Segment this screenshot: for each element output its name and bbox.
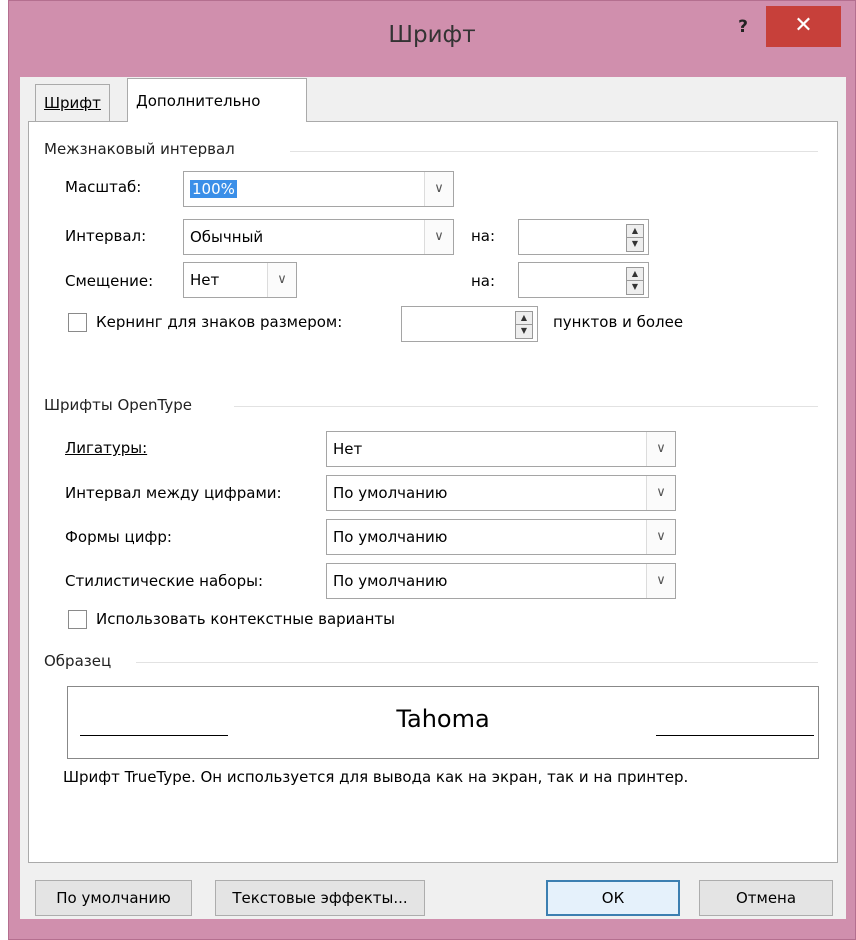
kerning-checkbox[interactable]: [68, 313, 87, 332]
position-label: Смещение:: [65, 272, 154, 290]
stylistic-sets-label: Стилистические наборы:: [65, 572, 264, 590]
section-title-preview: Образец: [44, 652, 112, 670]
spin-arrows-icon[interactable]: ▲ ▼: [515, 311, 533, 339]
help-button[interactable]: ?: [730, 14, 756, 40]
chevron-down-icon[interactable]: ∨: [646, 520, 675, 554]
number-spacing-value: По умолчанию: [333, 484, 448, 502]
dialog-title: Шрифт: [388, 22, 476, 48]
kerning-label[interactable]: Кернинг для знаков размером:: [96, 313, 342, 331]
stylistic-sets-combo[interactable]: По умолчанию ∨: [326, 563, 676, 599]
spacing-combo[interactable]: Обычный ∨: [183, 219, 454, 255]
spacing-by-label: на:: [471, 227, 496, 245]
divider: [234, 406, 818, 407]
position-value: Нет: [190, 271, 220, 289]
chevron-down-icon[interactable]: ∨: [646, 432, 675, 466]
preview-baseline-right: [656, 735, 814, 736]
section-title-character-spacing: Межзнаковый интервал: [44, 140, 235, 158]
spin-arrows-icon[interactable]: ▲ ▼: [626, 224, 644, 252]
preview-baseline-left: [80, 735, 228, 736]
ligatures-value: Нет: [333, 440, 363, 458]
tab-font[interactable]: Шрифт: [35, 84, 110, 121]
stylistic-sets-value: По умолчанию: [333, 572, 448, 590]
kerning-spinner[interactable]: ▲ ▼: [401, 306, 538, 342]
position-combo[interactable]: Нет ∨: [183, 262, 297, 298]
close-button[interactable]: ✕: [766, 6, 841, 47]
position-by-label: на:: [471, 272, 496, 290]
chevron-down-icon[interactable]: ∨: [646, 476, 675, 510]
text-effects-button[interactable]: Текстовые эффекты...: [215, 880, 425, 916]
cancel-button[interactable]: Отмена: [699, 880, 833, 916]
ligatures-label: Лигатуры:: [65, 439, 148, 457]
number-spacing-label: Интервал между цифрами:: [65, 484, 282, 502]
preview-note: Шрифт TrueType. Он используется для выво…: [63, 768, 689, 786]
set-default-button[interactable]: По умолчанию: [35, 880, 192, 916]
font-preview-box: Tahoma: [67, 686, 819, 759]
spacing-by-spinner[interactable]: ▲ ▼: [518, 219, 649, 255]
contextual-alternates-checkbox[interactable]: [68, 610, 87, 629]
chevron-down-icon[interactable]: ∨: [424, 220, 453, 254]
tab-advanced-label: Дополнительно: [136, 92, 261, 110]
kerning-suffix: пунктов и более: [553, 313, 684, 331]
preview-font-name: Tahoma: [396, 705, 490, 733]
number-forms-combo[interactable]: По умолчанию ∨: [326, 519, 676, 555]
number-spacing-combo[interactable]: По умолчанию ∨: [326, 475, 676, 511]
position-by-spinner[interactable]: ▲ ▼: [518, 262, 649, 298]
chevron-down-icon[interactable]: ∨: [424, 172, 453, 206]
spacing-value: Обычный: [190, 228, 264, 246]
section-title-opentype: Шрифты OpenType: [44, 396, 193, 414]
divider: [290, 151, 818, 152]
spacing-label: Интервал:: [65, 227, 147, 245]
chevron-down-icon[interactable]: ∨: [646, 564, 675, 598]
tab-font-label: Шрифт: [44, 94, 101, 112]
tab-advanced[interactable]: Дополнительно: [127, 78, 307, 122]
divider: [136, 662, 818, 663]
scale-combo[interactable]: 100% ∨: [183, 171, 454, 207]
ligatures-combo[interactable]: Нет ∨: [326, 431, 676, 467]
number-forms-label: Формы цифр:: [65, 528, 172, 546]
ok-button[interactable]: ОК: [546, 880, 680, 916]
chevron-down-icon[interactable]: ∨: [267, 263, 296, 297]
number-forms-value: По умолчанию: [333, 528, 448, 546]
scale-value: 100%: [190, 180, 237, 198]
spin-arrows-icon[interactable]: ▲ ▼: [626, 267, 644, 295]
scale-label: Масштаб:: [65, 178, 142, 196]
contextual-alternates-label[interactable]: Использовать контекстные варианты: [96, 610, 395, 628]
